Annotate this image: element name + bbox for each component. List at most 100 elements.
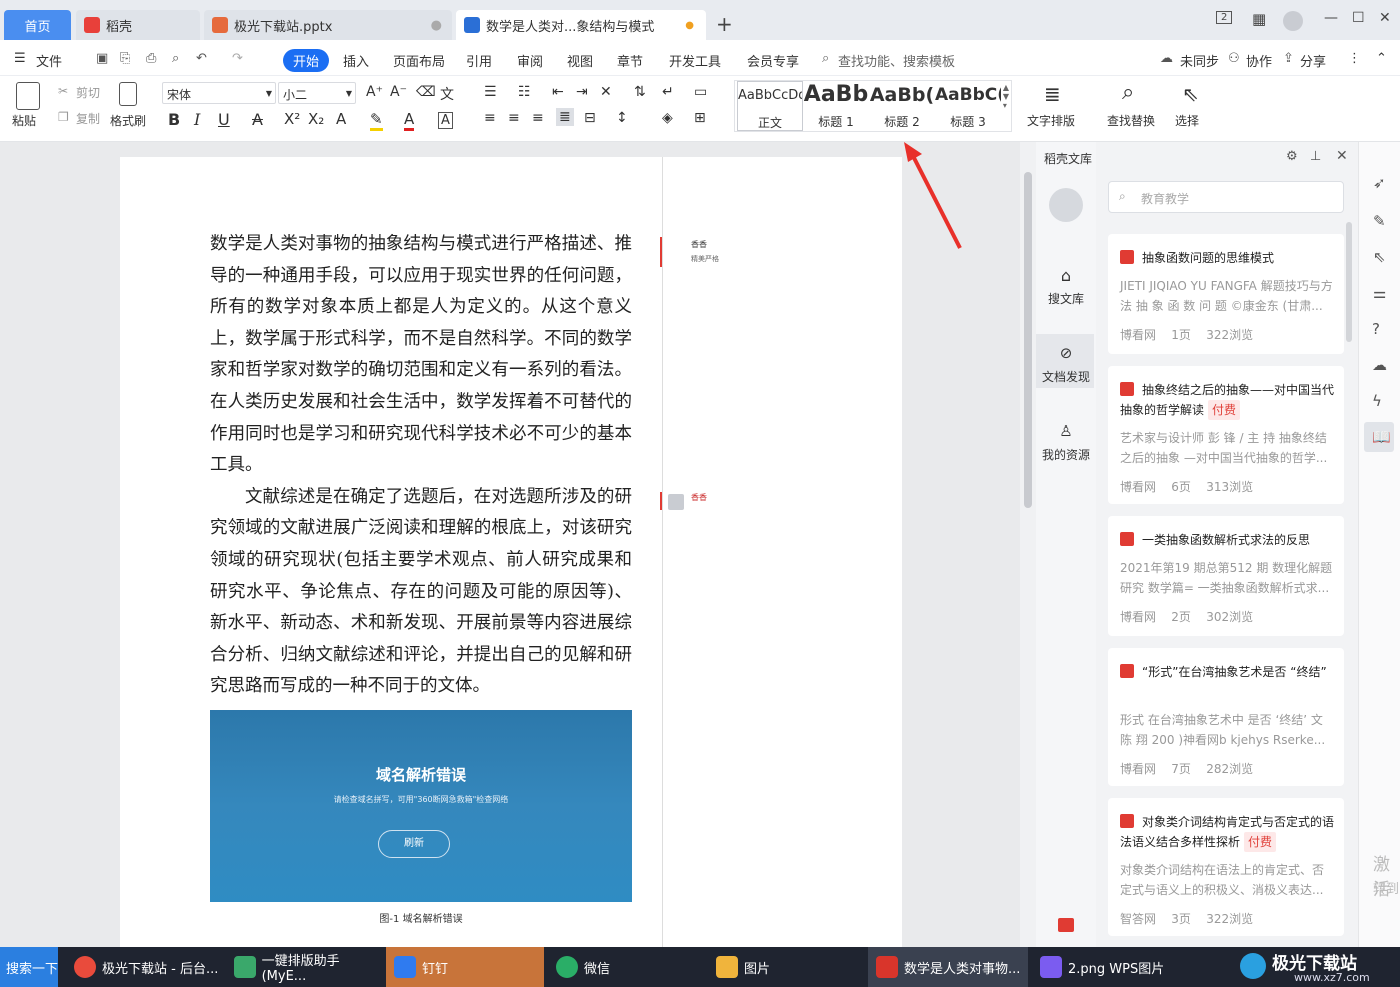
align-left-icon[interactable]: ≡ [484,110,496,126]
pointer-icon[interactable]: ⇖ [1373,248,1386,266]
window-count-badge[interactable]: 2 [1216,11,1233,24]
settings-icon[interactable]: ⚙ [1286,149,1298,164]
feature-search[interactable]: 查找功能、搜索模板 [838,51,955,70]
paragraph-1[interactable]: 数学是人类对事物的抽象结构与模式进行严格描述、推导的一种通用手段，可以应用于现实… [210,229,632,482]
help-icon[interactable]: ? [1372,320,1380,338]
find-replace-button[interactable]: 查找替换 [1107,112,1155,129]
align-center-icon[interactable]: ≡ [508,110,520,126]
menu-reference[interactable]: 引用 [466,51,492,70]
subscript-icon[interactable]: X₂ [308,110,324,128]
tab-close-icon[interactable]: ● [431,18,442,33]
format-painter-button[interactable]: 格式刷 [110,112,146,129]
panel-close-icon[interactable]: ✕ [1336,148,1348,164]
rocket-icon[interactable]: ➶ [1373,174,1386,192]
menu-start[interactable]: 开始 [283,49,330,72]
style-heading1[interactable]: AaBb 标题 1 [803,81,869,131]
comment-author[interactable]: 香香 [691,492,707,503]
library-book-icon[interactable]: 📖 [1372,428,1391,446]
style-normal[interactable]: AaBbCcDd 正文 [737,81,803,131]
shading-icon[interactable]: ◈ [662,110,673,126]
align-right-icon[interactable]: ≡ [532,110,544,126]
undo-icon[interactable]: ↶ [196,51,207,66]
tab-daoke[interactable]: 稻壳 [76,10,200,40]
text-layout-button[interactable]: 文字排版 [1027,112,1075,129]
panel-scroll-thumb[interactable] [1346,222,1352,342]
library-card[interactable]: 抽象终结之后的抽象——对中国当代抽象的哲学解读 付费 艺术家与设计师 彭 锋 / … [1108,366,1344,504]
redo-icon[interactable]: ↷ [232,51,243,66]
save-icon[interactable]: ▣ [96,51,108,66]
border-icon[interactable]: ⊞ [694,110,706,126]
copy-button[interactable]: 复制 [76,110,100,127]
menu-review[interactable]: 审阅 [517,51,543,70]
font-color-icon[interactable]: A [404,110,415,131]
avatar[interactable] [1283,11,1303,31]
library-icon[interactable] [1058,918,1074,932]
comment-text[interactable]: 精美严格 [691,254,719,264]
bold-icon[interactable]: B [168,110,180,129]
chinese-layout-icon[interactable]: ✕ [600,84,612,100]
style-heading3[interactable]: AaBbC(标题 3 [935,81,1001,131]
tab-pptx[interactable]: 极光下载站.pptx ● [204,10,452,40]
taskbar-search[interactable]: 搜索一下 [0,947,58,987]
font-select[interactable]: 宋体 ▼ [162,82,276,104]
panel-search-input[interactable]: ⌕ 教育教学 [1108,181,1344,213]
size-select[interactable]: 小二 ▼ [278,82,356,104]
document-scrollbar[interactable] [1020,142,1036,947]
italic-icon[interactable]: I [194,110,200,129]
taskbar-wps-image[interactable]: 2.png WPS图片 [1032,947,1192,987]
taskbar-browser[interactable]: 极光下载站 - 后台... [66,947,222,987]
shrink-font-icon[interactable]: A⁻ [390,84,407,100]
new-tab-button[interactable]: + [716,12,733,36]
search-icon[interactable]: ⌕ [822,51,829,66]
bullet-list-icon[interactable]: ☰ [484,84,497,100]
library-card[interactable]: 对象类介词结构肯定式与否定式的语法语义结合多样性探析 付费 对象类介词结构在语法上… [1108,798,1344,936]
panel-title[interactable]: 稻壳文库 [1044,150,1092,167]
ruler-icon[interactable]: ▭ [694,84,707,100]
style-heading2[interactable]: AaBb(标题 2 [869,81,935,131]
grid-icon[interactable]: ▦ [1252,10,1266,28]
distribute-icon[interactable]: ⊟ [584,110,596,126]
taskbar-wechat[interactable]: 微信 [548,947,704,987]
collapse-icon[interactable]: ⌃ [1376,51,1387,66]
comment-author[interactable]: 香香 [691,239,707,250]
preview-icon[interactable]: ⌕ [172,51,179,66]
line-spacing-icon[interactable]: ↕ [616,110,628,126]
menu-chapter[interactable]: 章节 [617,51,643,70]
taskbar-dingtalk[interactable]: 钉钉 [386,947,544,987]
library-card[interactable]: “形式”在台湾抽象艺术是否 “终结” 形式 在台湾抽象艺术中 是否 ‘终结’ 文… [1108,648,1344,786]
menu-view[interactable]: 视图 [567,51,593,70]
taskbar-wps-doc[interactable]: 数学是人类对事物... [868,947,1028,987]
document-area[interactable]: 数学是人类对事物的抽象结构与模式进行严格描述、推导的一种通用手段，可以应用于现实… [0,142,1020,947]
menu-insert[interactable]: 插入 [343,51,369,70]
nav-doc-discovery[interactable]: 文档发现 [1036,368,1096,385]
print-icon[interactable]: ⎙ [146,51,156,66]
user-avatar[interactable] [1049,188,1083,222]
pinyin-icon[interactable]: 文 [440,84,454,104]
cloud-save-icon[interactable]: ☁ [1372,356,1387,374]
share-button[interactable]: 分享 [1300,51,1326,70]
library-card[interactable]: 一类抽象函数解析式求法的反思 2021年第19 期总第512 期 数理化解题研究… [1108,516,1344,636]
gallery-scroll-icon[interactable]: ▲ ▼ ▾ [1003,83,1009,110]
bolt-icon[interactable]: ϟ [1372,392,1382,410]
paste-button[interactable]: 粘贴 [12,112,36,129]
taskbar-layout-helper[interactable]: 一键排版助手(MyE... [226,947,382,987]
document-body[interactable]: 数学是人类对事物的抽象结构与模式进行严格描述、推导的一种通用手段，可以应用于现实… [210,229,632,703]
menu-file[interactable]: 文件 [36,51,62,70]
maximize-icon[interactable]: ☐ [1352,10,1365,26]
document-page[interactable]: 数学是人类对事物的抽象结构与模式进行严格描述、推导的一种通用手段，可以应用于现实… [120,157,902,947]
sort-icon[interactable]: ⇅ [634,84,646,100]
select-button[interactable]: 选择 [1175,112,1199,129]
clear-format-icon[interactable]: ⌫ [416,84,436,100]
scroll-thumb[interactable] [1024,172,1032,508]
pin-icon[interactable]: ⊥ [1310,149,1321,164]
sync-status[interactable]: 未同步 [1180,51,1219,70]
nav-my-resources[interactable]: 我的资源 [1036,446,1096,463]
nav-search-library[interactable]: 搜文库 [1036,290,1096,307]
indent-icon[interactable]: ⇥ [576,84,588,100]
grow-font-icon[interactable]: A⁺ [366,84,383,100]
outdent-icon[interactable]: ⇤ [552,84,564,100]
close-icon[interactable]: ✕ [1379,10,1391,26]
sliders-icon[interactable]: ⚌ [1373,284,1386,302]
menu-member[interactable]: 会员专享 [747,51,799,70]
cut-button[interactable]: 剪切 [76,84,100,101]
